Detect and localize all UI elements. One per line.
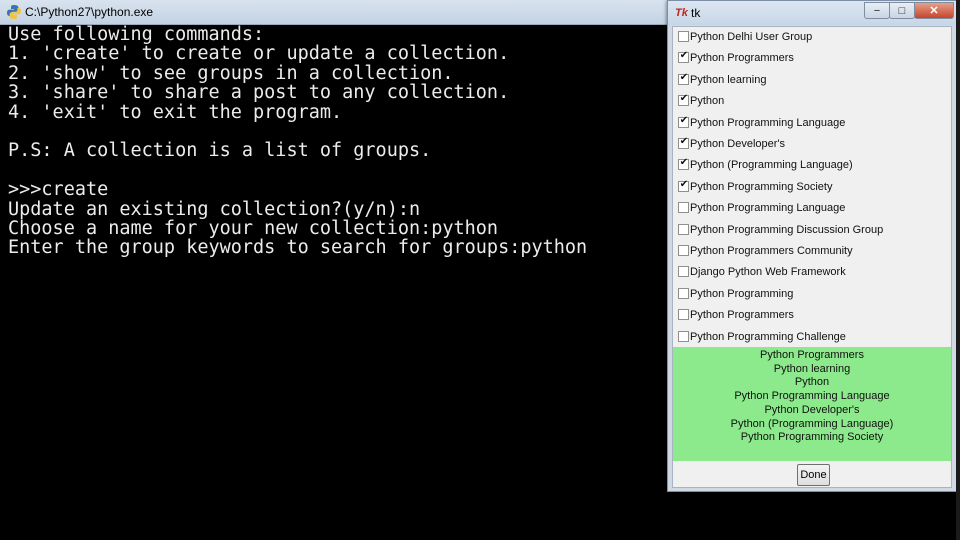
checkbox-unchecked[interactable] (678, 266, 689, 278)
group-label: Django Python Web Framework (690, 266, 846, 279)
selected-group-line: Python (794, 376, 830, 389)
group-label: Python Programmers (690, 52, 794, 65)
checkbox-checked[interactable]: ✔ (678, 71, 689, 85)
group-item[interactable]: Python Delhi User Group (673, 27, 951, 48)
group-label: Python Programming (690, 287, 794, 300)
selected-group-line: Python Programming Society (740, 431, 884, 444)
console-title: C:\Python27\python.exe (25, 5, 154, 19)
group-item[interactable]: ✔ Python Developer's (673, 134, 951, 155)
console-line: 3. 'share' to share a post to any collec… (8, 82, 510, 104)
group-item[interactable]: Python Programmers (673, 305, 951, 326)
selected-group-line: Python Programming Language (734, 390, 890, 403)
group-label: Python Programming Challenge (690, 330, 846, 343)
checkbox-unchecked[interactable] (678, 330, 689, 342)
group-label: Python Programming Language (690, 116, 846, 129)
group-item[interactable]: ✔ Python Programming Society (673, 177, 951, 198)
checkmark-icon: ✔ (679, 114, 689, 126)
checkbox-checked[interactable]: ✔ (678, 157, 689, 171)
tk-logo-icon: Tk (675, 7, 688, 19)
group-item[interactable]: Python Programming Challenge (673, 327, 951, 348)
console-line: >>>create (8, 179, 109, 201)
group-item[interactable]: Python Programmers Community (673, 241, 951, 262)
group-item[interactable]: ✔ Python learning (673, 70, 951, 91)
group-label: Python Programmers Community (690, 245, 853, 257)
console-line: Choose a name for your new collection:py… (8, 217, 499, 239)
maximize-button[interactable]: □ (889, 2, 915, 19)
console-line: Use following commands: (8, 24, 265, 45)
tk-titlebar[interactable]: Tk tk − □ ✕ (668, 1, 957, 25)
group-item[interactable]: ✔ Python Programmers (673, 48, 951, 69)
group-label: Python Developer's (690, 138, 786, 150)
checkmark-icon: ✔ (679, 50, 689, 62)
checkbox-checked[interactable]: ✔ (678, 50, 689, 64)
checkmark-icon: ✔ (679, 71, 689, 83)
checkbox-checked[interactable]: ✔ (678, 93, 689, 107)
group-item[interactable]: Python Programming Discussion Group (673, 220, 951, 241)
group-label: Python Delhi User Group (690, 31, 813, 43)
python-icon (7, 5, 21, 19)
console-line: 2. 'show' to see groups in a collection. (8, 62, 454, 84)
checkbox-unchecked[interactable] (678, 245, 689, 256)
background-edge (956, 0, 960, 540)
console-line[interactable]: Enter the group keywords to search for g… (8, 238, 658, 258)
done-button[interactable]: Done (797, 464, 830, 486)
selected-group-line: Python Programmers (760, 349, 864, 361)
checkmark-icon: ✔ (679, 136, 689, 147)
group-item[interactable]: ✔ Python Programming Language (673, 113, 951, 134)
console-line: 1. 'create' to create or update a collec… (8, 43, 510, 65)
group-label: Python (690, 95, 725, 108)
console-line: 4. 'exit' to exit the program. (8, 101, 343, 123)
group-label: Python Programmers (690, 309, 794, 322)
checkbox-unchecked[interactable] (678, 223, 689, 235)
group-item[interactable]: Django Python Web Framework (673, 262, 951, 283)
checkbox-unchecked[interactable] (678, 202, 689, 214)
checkmark-icon: ✔ (679, 93, 689, 105)
close-button[interactable]: ✕ (914, 2, 954, 19)
group-item[interactable]: Python Programming Language (673, 198, 951, 219)
group-checkbox-list: Python Delhi User Group ✔ Python Programme… (673, 27, 951, 347)
group-item[interactable]: ✔ Python (673, 91, 951, 112)
group-label: Python Programming Discussion Group (690, 223, 884, 236)
minimize-button[interactable]: − (864, 2, 890, 19)
group-label: Python learning (690, 73, 767, 86)
tk-client-area: Python Delhi User Group ✔ Python Programme… (672, 26, 952, 488)
tk-window: Tk tk − □ ✕ Python Delhi User Group ✔ Pyth… (667, 0, 958, 492)
checkmark-icon: ✔ (679, 157, 689, 169)
selected-group-line: Python (Programming Language) (730, 417, 894, 430)
console-output: Use following commands: 1. 'create' to c… (8, 25, 658, 535)
checkbox-checked[interactable]: ✔ (678, 114, 689, 128)
checkmark-icon: ✔ (679, 178, 689, 190)
checkbox-checked[interactable]: ✔ (678, 136, 689, 149)
selected-group-line: Python Developer's (764, 403, 860, 416)
selected-group-line: Python learning (773, 362, 851, 375)
console-line: P.S: A collection is a list of groups. (8, 140, 432, 162)
checkbox-unchecked[interactable] (678, 287, 689, 299)
group-label: Python Programming Language (690, 202, 846, 215)
tk-window-title: tk (691, 6, 701, 20)
group-item[interactable]: Python Programming (673, 284, 951, 305)
checkbox-checked[interactable]: ✔ (678, 178, 689, 192)
checkbox-unchecked[interactable] (678, 31, 689, 42)
selected-groups-list: Python Programmers Python learning Python P… (673, 347, 951, 445)
group-item[interactable]: ✔ Python (Programming Language) (673, 155, 951, 176)
group-label: Python Programming Society (690, 180, 833, 193)
selected-groups-panel: Python Programmers Python learning Python P… (673, 347, 951, 461)
console-line: Update an existing collection?(y/n):n (8, 198, 421, 220)
group-label: Python (Programming Language) (690, 159, 853, 172)
checkbox-unchecked[interactable] (678, 309, 689, 321)
